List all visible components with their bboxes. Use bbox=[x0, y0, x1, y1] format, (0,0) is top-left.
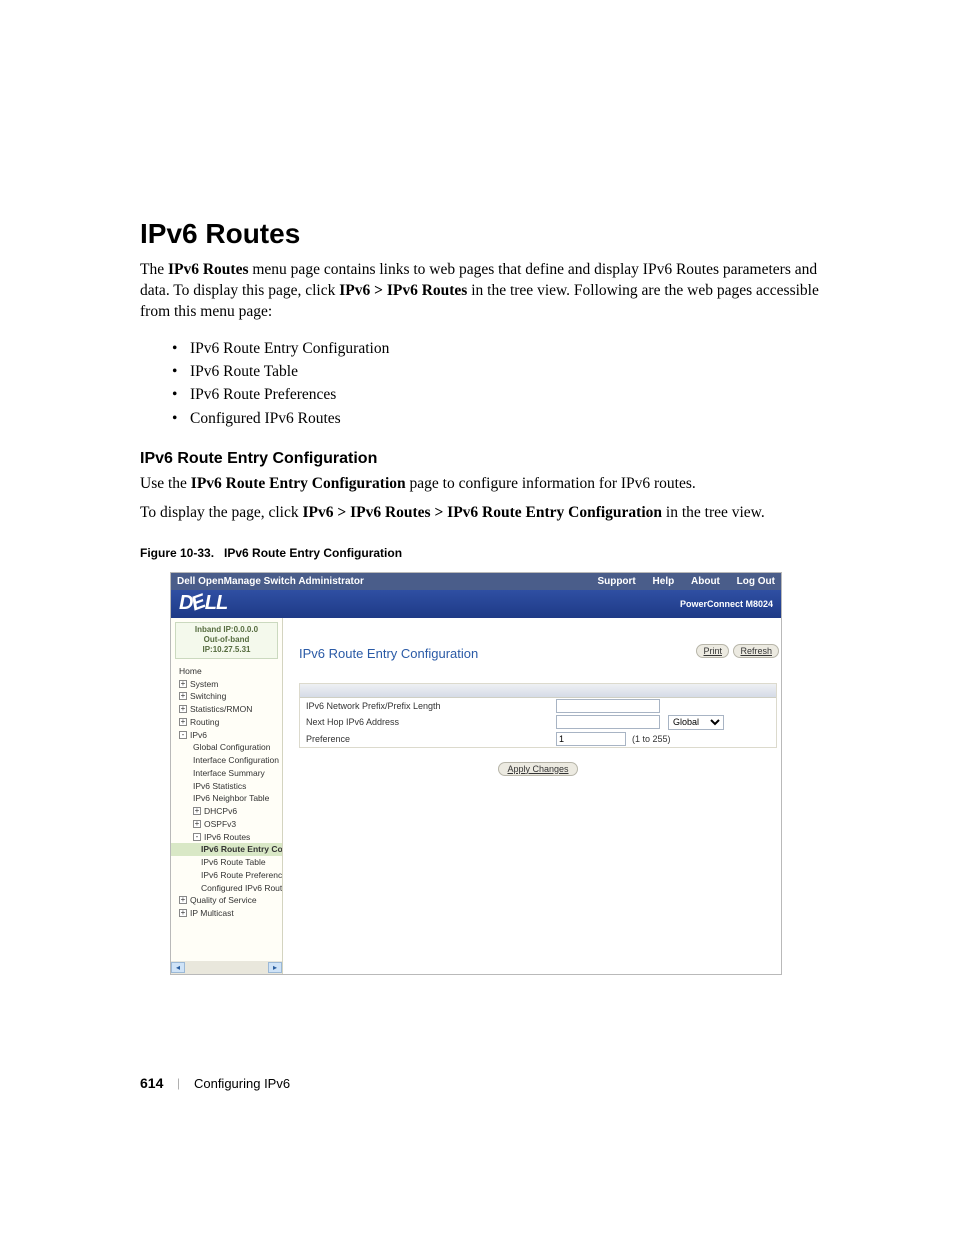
paragraph: To display the page, click IPv6 > IPv6 R… bbox=[140, 503, 839, 524]
nexthop-scope-select[interactable]: Global bbox=[668, 715, 724, 730]
tree-scrollbar[interactable]: ◂ ▸ bbox=[171, 961, 282, 974]
expand-icon[interactable]: + bbox=[179, 680, 187, 688]
intro-paragraph: The IPv6 Routes menu page contains links… bbox=[140, 260, 839, 323]
collapse-icon[interactable]: - bbox=[193, 833, 201, 841]
tree-label: DHCPv6 bbox=[204, 806, 237, 816]
tree-label: Quality of Service bbox=[190, 895, 257, 905]
tree-routing[interactable]: +Routing bbox=[171, 716, 282, 729]
tree-ipv6-statistics[interactable]: IPv6 Statistics bbox=[171, 780, 282, 793]
tree-configured-routes[interactable]: Configured IPv6 Route bbox=[171, 882, 282, 895]
tree-ipv6-routes[interactable]: -IPv6 Routes bbox=[171, 831, 282, 844]
tree-switching[interactable]: +Switching bbox=[171, 690, 282, 703]
tree-global-config[interactable]: Global Configuration bbox=[171, 741, 282, 754]
tree-route-preferences[interactable]: IPv6 Route Preferenc bbox=[171, 869, 282, 882]
ip-info-box: Inband IP:0.0.0.0 Out-of-band IP:10.27.5… bbox=[175, 622, 278, 659]
list-item: Configured IPv6 Routes bbox=[174, 407, 839, 430]
tree-ipv6-neighbor[interactable]: IPv6 Neighbor Table bbox=[171, 792, 282, 805]
about-link[interactable]: About bbox=[691, 576, 720, 587]
separator: | bbox=[177, 1075, 180, 1091]
scroll-right-icon[interactable]: ▸ bbox=[268, 962, 282, 973]
tree-ipv6[interactable]: -IPv6 bbox=[171, 729, 282, 742]
help-link[interactable]: Help bbox=[653, 576, 675, 587]
preference-input[interactable] bbox=[556, 732, 626, 746]
tree-label: System bbox=[190, 679, 218, 689]
list-item: IPv6 Route Table bbox=[174, 360, 839, 383]
preference-label: Preference bbox=[306, 734, 556, 744]
tree-stats[interactable]: +Statistics/RMON bbox=[171, 703, 282, 716]
expand-icon[interactable]: + bbox=[193, 807, 201, 815]
tree-label: OSPFv3 bbox=[204, 819, 236, 829]
text: page to configure information for IPv6 r… bbox=[406, 475, 696, 492]
tree-ospfv3[interactable]: +OSPFv3 bbox=[171, 818, 282, 831]
refresh-button[interactable]: Refresh bbox=[733, 644, 779, 658]
expand-icon[interactable]: + bbox=[179, 909, 187, 917]
nexthop-input[interactable] bbox=[556, 715, 660, 729]
nav-tree: Inband IP:0.0.0.0 Out-of-band IP:10.27.5… bbox=[171, 618, 283, 974]
content-pane: IPv6 Route Entry Configuration Print Ref… bbox=[283, 618, 791, 974]
tree-route-entry-config[interactable]: IPv6 Route Entry Co bbox=[171, 843, 282, 856]
bold-text: IPv6 > IPv6 Routes > IPv6 Route Entry Co… bbox=[302, 504, 662, 521]
tree-interface-summary[interactable]: Interface Summary bbox=[171, 767, 282, 780]
support-link[interactable]: Support bbox=[597, 576, 635, 587]
bold-text: IPv6 Route Entry Configuration bbox=[191, 475, 406, 492]
bold-text: IPv6 > IPv6 Routes bbox=[339, 282, 467, 299]
page-footer: 614 | Configuring IPv6 bbox=[140, 1075, 290, 1091]
outofband-ip: Out-of-band IP:10.27.5.31 bbox=[179, 635, 274, 656]
tree-ip-multicast[interactable]: +IP Multicast bbox=[171, 907, 282, 920]
expand-icon[interactable]: + bbox=[179, 705, 187, 713]
figure-number: Figure 10-33. bbox=[140, 546, 214, 560]
form-panel: IPv6 Network Prefix/Prefix Length Next H… bbox=[299, 683, 777, 748]
page-number: 614 bbox=[140, 1075, 163, 1091]
page-heading: IPv6 Routes bbox=[140, 218, 839, 250]
list-item: IPv6 Route Entry Configuration bbox=[174, 337, 839, 360]
expand-icon[interactable]: + bbox=[179, 718, 187, 726]
figure-caption: Figure 10-33. IPv6 Route Entry Configurat… bbox=[140, 546, 839, 560]
tree-qos[interactable]: +Quality of Service bbox=[171, 894, 282, 907]
dell-logo: DELL bbox=[179, 592, 227, 615]
preference-hint: (1 to 255) bbox=[632, 734, 671, 744]
text: in the tree view. bbox=[662, 504, 765, 521]
bold-text: IPv6 Routes bbox=[168, 261, 249, 278]
figure-title: IPv6 Route Entry Configuration bbox=[224, 546, 402, 560]
tree-label: Switching bbox=[190, 691, 226, 701]
tree-label: Home bbox=[179, 666, 202, 676]
inband-ip: Inband IP:0.0.0.0 bbox=[179, 625, 274, 635]
tree-route-table[interactable]: IPv6 Route Table bbox=[171, 856, 282, 869]
text: Use the bbox=[140, 475, 191, 492]
tree-label: Statistics/RMON bbox=[190, 704, 252, 714]
prefix-input[interactable] bbox=[556, 699, 660, 713]
section-title: Configuring IPv6 bbox=[194, 1076, 290, 1091]
top-links: Support Help About Log Out bbox=[583, 576, 775, 587]
logout-link[interactable]: Log Out bbox=[737, 576, 775, 587]
tree-interface-config[interactable]: Interface Configuration bbox=[171, 754, 282, 767]
screenshot-figure: Dell OpenManage Switch Administrator Sup… bbox=[170, 572, 782, 975]
print-button[interactable]: Print bbox=[696, 644, 729, 658]
tree-label: IPv6 bbox=[190, 730, 207, 740]
collapse-icon[interactable]: - bbox=[179, 731, 187, 739]
expand-icon[interactable]: + bbox=[179, 896, 187, 904]
expand-icon[interactable]: + bbox=[193, 820, 201, 828]
text: To display the page, click bbox=[140, 504, 302, 521]
list-item: IPv6 Route Preferences bbox=[174, 383, 839, 406]
prefix-label: IPv6 Network Prefix/Prefix Length bbox=[306, 701, 556, 711]
paragraph: Use the IPv6 Route Entry Configuration p… bbox=[140, 474, 839, 495]
tree-label: IP Multicast bbox=[190, 908, 234, 918]
app-title: Dell OpenManage Switch Administrator bbox=[177, 576, 364, 587]
brand-bar: DELL PowerConnect M8024 bbox=[171, 590, 781, 618]
tree-dhcpv6[interactable]: +DHCPv6 bbox=[171, 805, 282, 818]
tree-home[interactable]: Home bbox=[171, 665, 282, 678]
product-name: PowerConnect M8024 bbox=[680, 599, 773, 609]
bullet-list: IPv6 Route Entry Configuration IPv6 Rout… bbox=[140, 331, 839, 440]
tree-system[interactable]: +System bbox=[171, 678, 282, 691]
form-header-bar bbox=[300, 684, 776, 698]
tree-label: Routing bbox=[190, 717, 219, 727]
scroll-left-icon[interactable]: ◂ bbox=[171, 962, 185, 973]
expand-icon[interactable]: + bbox=[179, 692, 187, 700]
apply-changes-button[interactable]: Apply Changes bbox=[498, 762, 577, 776]
sub-heading: IPv6 Route Entry Configuration bbox=[140, 450, 839, 468]
text: The bbox=[140, 261, 168, 278]
nexthop-label: Next Hop IPv6 Address bbox=[306, 717, 556, 727]
app-titlebar: Dell OpenManage Switch Administrator Sup… bbox=[171, 573, 781, 590]
tree-label: IPv6 Routes bbox=[204, 832, 250, 842]
